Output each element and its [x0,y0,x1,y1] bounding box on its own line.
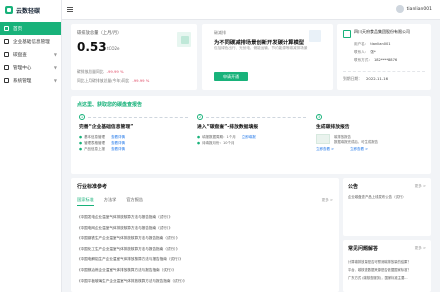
fill-now-link[interactable]: 立即填报 [242,134,256,140]
grid-icon [4,65,9,70]
sidebar-item-system-management[interactable]: 系统管理 ▼ [0,74,61,87]
chevron-down-icon: ▼ [53,52,57,57]
list-item[interactable]: 《中国镁冶炼企业温室气体排放核算方法与报告指南（试行）》 [77,265,331,276]
avatar [395,5,404,13]
step-1: 1 完善“企业基础信息管理” ● 基本信息管理 查看详情 ● 管理表格管理 查看详情 ●… [79,114,189,168]
sidebar-item-label: 企业基础信息管理 [13,39,50,45]
sidebar-item-enterprise-info[interactable]: 企业基础信息管理 [0,35,61,48]
report-thumbnail-icon [316,134,330,144]
list-item[interactable]: 《中国电解铝生产企业温室气体排放核算方法与报告指南（试行）》 [77,254,331,265]
sidebar-item-label: 管理中心 [13,65,32,71]
comparison-yoy: 碳排放总量同比 -99.99 % [77,69,124,74]
leaf-icon [4,52,9,57]
list-item[interactable]: 《中国钢铁生产企业温室气体排放核算方法与报告指南（试行）》 [77,233,331,244]
list-item[interactable]: 平台、碳核查数据来源是否依据国家标准？ [348,266,428,274]
list-item[interactable]: 《中国化工生产企业温室气体排放核算方法与报告指南（试行）》 [77,244,331,255]
home-icon [4,26,9,31]
list-item[interactable]: 《中国平板玻璃生产企业温室气体排放核算方法与报告指南（试行）》 [77,276,331,287]
standards-title: 行业标准参考 [77,184,108,190]
step-line-item: 数据填报完成后，可生成报告 [334,140,379,144]
step-number: 1 [79,114,85,120]
tab-national-standards[interactable]: 国家标准 [77,197,94,206]
logo-icon [5,6,13,14]
chevron-down-icon: ▼ [53,78,57,83]
list-item[interactable]: 计算碳排放量是否可预测碳排放量的结果？ [348,258,428,266]
sidebar-item-label: 碳盘查 [13,52,27,58]
list-item[interactable]: 《中国电网企业温室气体排放核算方法与报告指南（试行）》 [77,223,331,234]
comparison-mom: 同比上月碳排放总量(今年)同比 -99.99 % [77,78,150,83]
step-number: 2 [197,114,203,120]
list-item[interactable]: 《中国发电企业温室气体排放核算方法与报告指南（试行）》 [77,212,331,223]
standards-list: 《中国发电企业温室气体排放核算方法与报告指南（试行）》 《中国电网企业温室气体排… [77,212,331,286]
tab-methodology[interactable]: 方法学 [104,197,117,206]
emission-summary-card: 碳排放总量（上月/月） 0.53 tCO2e 碳排放总量同比 -99.99 % 同… [71,24,197,90]
view-details-link[interactable]: 查看详情 [111,146,125,152]
view-report-link[interactable]: 立即查看 > [316,147,334,152]
view-report-link[interactable]: 立即查看 > [350,147,368,152]
steps-title: 点这里、获取您的碳盘查报告 [77,102,143,108]
document-illustration-icon [177,32,191,47]
company-username-row: 用户名： tianlian001 [354,42,391,46]
company-card: 四川天府食品集团股份有限公司 用户名： tianlian001 联系人： 张* 联系… [337,24,431,90]
sidebar-item-home[interactable]: 首页 [0,22,61,35]
sidebar: 云数轻碳 首页 企业基础信息管理 碳盘查 ▼ 管理中心 ▼ 系统管理 ▼ [0,0,62,292]
emission-unit: tCO2e [107,46,120,51]
company-contact-row: 联系人： 张* [354,50,376,54]
divider [343,71,425,72]
tab-official-reports[interactable]: 官方报告 [126,197,143,206]
step-title: 进入“碳盘查”-排放数据填报 [197,125,259,130]
building-icon [4,39,9,44]
apply-button[interactable]: 申请开通 [214,72,248,81]
step-connector [206,117,306,118]
user-menu[interactable]: tianlian001 [395,5,432,13]
company-phone-row: 联系方式： 182****8876 [354,58,398,62]
emission-value: 0.53 [77,40,107,54]
check-icon: ● [197,141,201,145]
notice-title: 公告 [348,184,359,190]
faq-panel: 常见问题解答 更多 > 计算碳排放量是否可预测碳排放量的结果？ 平台、碳核查数据… [343,240,431,292]
list-item[interactable]: 广东方式 (碳核查服务)，国家标准主要... [348,274,428,282]
step-title: 生成碳排放报告 [316,125,350,130]
promo-card: 碳减排 为不同碳减排场景创新开发碳计算模型 包括绿色出行、光伏电、储能运输，节约… [202,24,333,90]
step-title: 完善“企业基础信息管理” [79,125,134,130]
sidebar-item-carbon-inventory[interactable]: 碳盘查 ▼ [0,48,61,61]
notice-panel: 公告 更多 > 企业碳盘查产品上线发布公告（试行） [343,178,431,236]
app-name: 云数轻碳 [16,7,41,15]
faq-title: 常见问题解答 [348,246,379,252]
expiry-date: 到期日期： 2022-11-16 [343,76,389,81]
step-line-item: ● 待填报月份：10个月 [197,141,235,145]
sidebar-nav: 首页 企业基础信息管理 碳盘查 ▼ 管理中心 ▼ 系统管理 ▼ [0,22,61,87]
app-logo[interactable]: 云数轻碳 [0,0,61,20]
report-steps-panel: 点这里、获取您的碳盘查报告 1 完善“企业基础信息管理” ● 基本信息管理 查看详情… [71,96,431,174]
gear-icon [4,78,9,83]
company-logo-icon [343,30,351,38]
notice-item[interactable]: 企业碳盘查产品上线发布公告（试行） [348,195,428,200]
standards-more-link[interactable]: 更多 > [322,198,333,203]
sidebar-item-management-center[interactable]: 管理中心 ▼ [0,61,61,74]
industry-standards-panel: 行业标准参考 国家标准 方法学 官方报告 更多 > 《中国发电企业温室气体排放核… [71,178,339,292]
check-icon: ● [79,147,83,151]
sidebar-item-label: 系统管理 [13,78,32,84]
menu-collapse-icon[interactable] [67,7,73,12]
username: tianlian001 [406,6,432,12]
emission-label: 碳排放总量（上月/月） [77,31,122,36]
chevron-down-icon: ▼ [53,65,57,70]
standards-tabs: 国家标准 方法学 官方报告 [77,197,143,206]
step-line-item: ● 产品信息上报 查看详情 [79,146,126,152]
step-2: 2 进入“碳盘查”-排放数据填报 ● 填报数据周期：1个月 立即填报 ● 待填报月份：… [197,114,307,168]
faq-list: 计算碳排放量是否可预测碳排放量的结果？ 平台、碳核查数据来源是否依据国家标准？ … [348,258,428,282]
company-name: 四川天府食品集团股份有限公司 [354,29,410,34]
topbar: tianlian001 [62,0,440,20]
sidebar-item-label: 首页 [13,26,23,32]
promo-illustration-icon [309,30,321,42]
promo-title: 为不同碳减排场景创新开发碳计算模型 [214,40,305,46]
faq-more-link[interactable]: 更多 > [415,246,426,251]
step-connector [88,117,188,118]
step-3: 3 生成碳排放报告 碳排放报告 数据填报完成后，可生成报告 立即查看 > 立即查… [316,114,426,168]
step-number: 3 [316,114,322,120]
notice-more-link[interactable]: 更多 > [415,184,426,189]
promo-desc: 包括绿色出行、光伏电、储能运输，节约能源等碳减排场景 [214,46,308,50]
promo-tag: 碳减排 [214,30,226,35]
